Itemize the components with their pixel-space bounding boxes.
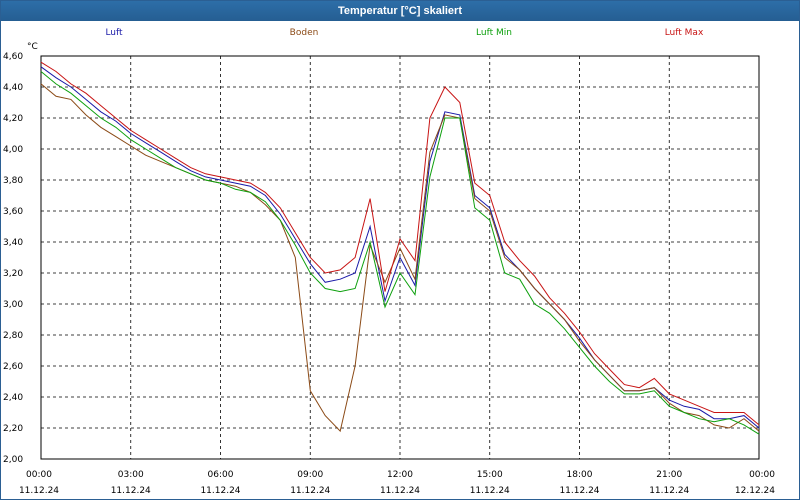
- x-tick-time-label: 03:00: [118, 470, 144, 480]
- x-tick-date-label: 12.12.24: [735, 486, 775, 496]
- legend-item-luft-min: Luft Min: [476, 28, 512, 38]
- y-tick-label: 2,80: [3, 331, 23, 341]
- x-tick-date-label: 11.12.24: [559, 486, 599, 496]
- x-tick-time-label: 18:00: [567, 470, 593, 480]
- legend-item-luft-max: Luft Max: [665, 28, 704, 38]
- x-tick-time-label: 21:00: [656, 470, 682, 480]
- y-tick-label: 3,60: [3, 207, 23, 217]
- y-tick-label: 2,40: [3, 393, 23, 403]
- y-tick-label: 3,80: [3, 176, 23, 186]
- y-tick-label: 3,20: [3, 269, 23, 279]
- x-tick-time-label: 00:00: [26, 470, 52, 480]
- x-tick-date-label: 11.12.24: [470, 486, 510, 496]
- y-tick-label: 2,00: [3, 455, 23, 465]
- chart-window: Temperatur [°C] skaliert 2,00 2,20 2,40 2,6…: [0, 0, 800, 500]
- y-tick-label: 4,20: [3, 114, 23, 124]
- y-tick-label: 2,20: [3, 424, 23, 434]
- x-tick-date-label: 11.12.24: [380, 486, 420, 496]
- y-axis-unit: °C: [27, 42, 38, 52]
- y-tick-label: 3,00: [3, 300, 23, 310]
- legend-item-luft: Luft: [105, 28, 123, 38]
- x-tick-time-label: 15:00: [477, 470, 503, 480]
- x-tick-date-label: 11.12.24: [200, 486, 240, 496]
- y-tick-label: 2,60: [3, 362, 23, 372]
- legend-item-boden: Boden: [290, 28, 319, 38]
- y-tick-label: 4,00: [3, 145, 23, 155]
- y-tick-label: 3,40: [3, 238, 23, 248]
- x-tick-date-label: 11.12.24: [649, 486, 689, 496]
- line-chart: 2,00 2,20 2,40 2,60 2,80 3,00 3,20 3,40 3,60 3,80…: [3, 28, 775, 496]
- x-tick-time-label: 00:00: [749, 470, 775, 480]
- y-tick-label: 4,60: [3, 52, 23, 62]
- x-tick-time-label: 06:00: [208, 470, 234, 480]
- x-tick-date-label: 11.12.24: [19, 486, 59, 496]
- y-tick-label: 4,40: [3, 83, 23, 93]
- x-tick-time-label: 09:00: [297, 470, 323, 480]
- x-tick-date-label: 11.12.24: [290, 486, 330, 496]
- x-tick-time-label: 12:00: [387, 470, 413, 480]
- x-tick-date-label: 11.12.24: [111, 486, 151, 496]
